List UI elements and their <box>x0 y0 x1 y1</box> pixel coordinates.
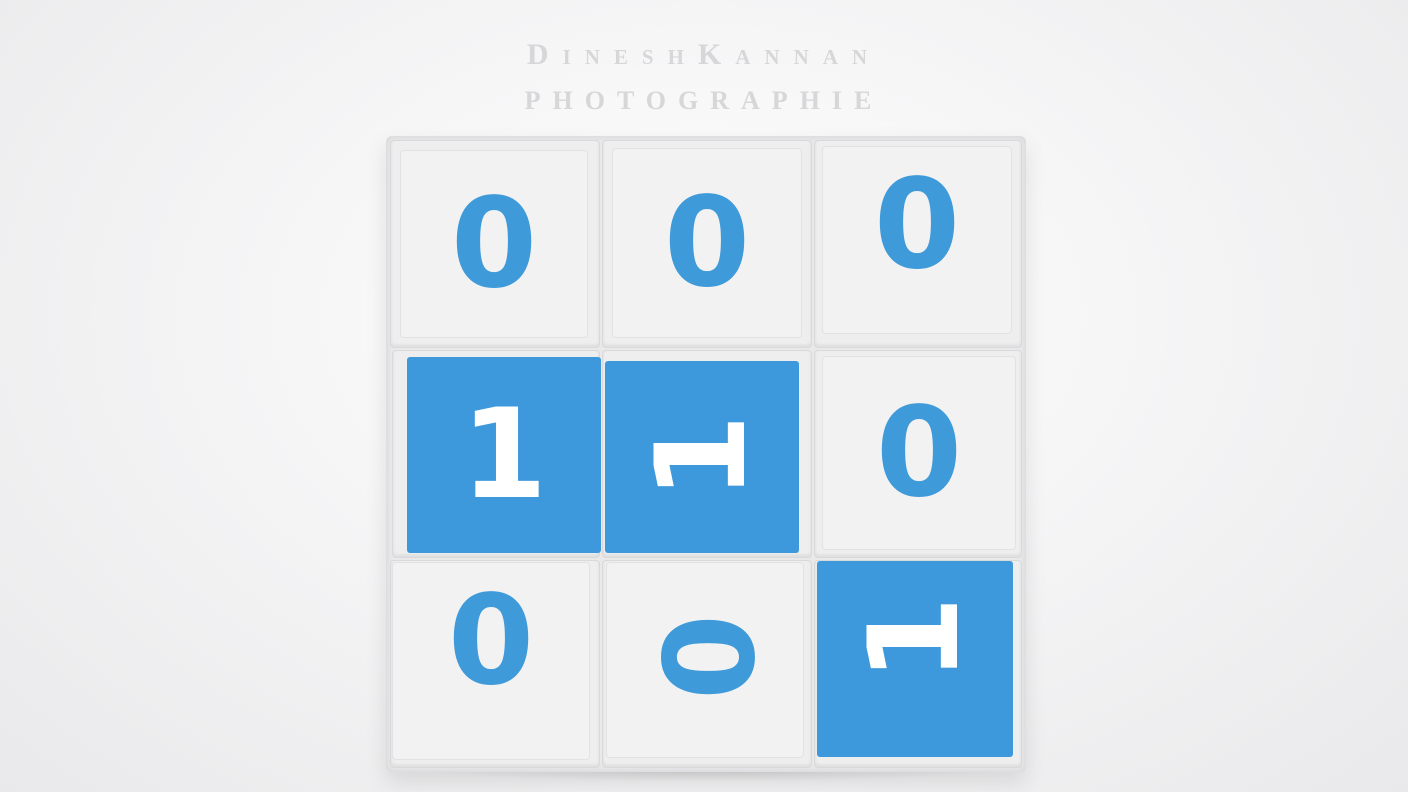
sticker-r1c3: 0 <box>823 147 1011 333</box>
sticker-r2c1: 1 <box>407 357 601 553</box>
sticker-r3c1: 0 <box>393 563 589 759</box>
cube-cell-r1c3: 0 <box>814 140 1022 348</box>
sticker-r1c2: 0 <box>613 149 801 337</box>
sticker-r3c3: 1 <box>817 561 1013 757</box>
sticker-r3c2: 0 <box>607 563 803 757</box>
cube-cell-r1c1: 0 <box>390 140 600 348</box>
sticker-r2c3: 0 <box>823 357 1015 549</box>
digit-r3c1: 0 <box>447 569 535 713</box>
digit-r2c3: 0 <box>875 381 963 525</box>
rubiks-cube: 0 0 0 1 1 0 0 0 1 <box>386 136 1026 772</box>
watermark-photographie: PHOTOGRAPHIE <box>524 86 884 115</box>
digit-r2c1: 1 <box>460 383 548 527</box>
digit-r1c2: 0 <box>663 171 751 315</box>
digit-r2c2: 1 <box>630 413 774 501</box>
cube-cell-r2c1: 1 <box>392 350 601 558</box>
digit-r3c3: 1 <box>843 595 987 683</box>
sticker-r1c1: 0 <box>401 151 587 337</box>
cube-cell-r2c3: 0 <box>814 350 1022 558</box>
digit-r1c3: 0 <box>873 153 961 297</box>
cube-cell-r3c2: 0 <box>602 560 812 768</box>
cube-cell-r1c2: 0 <box>602 140 812 348</box>
digit-r1c1: 0 <box>450 172 538 316</box>
watermark-photographer-name: DineshKannan <box>526 38 882 71</box>
cube-cell-r2c2: 1 <box>602 350 812 558</box>
cube-cell-r3c3: 1 <box>814 560 1022 768</box>
cube-cell-r3c1: 0 <box>390 560 600 768</box>
digit-r3c2: 0 <box>633 613 777 701</box>
sticker-r2c2: 1 <box>605 361 799 553</box>
